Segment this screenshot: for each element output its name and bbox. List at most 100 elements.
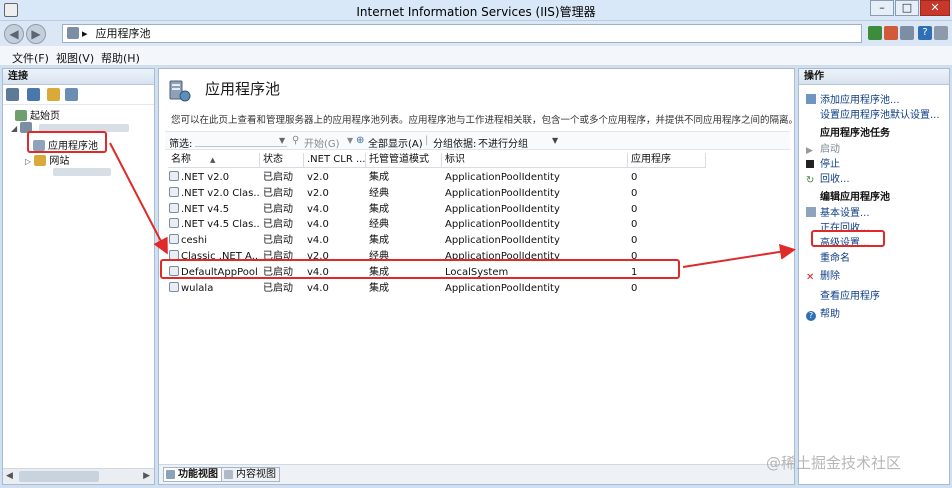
tab-content-view[interactable]: 内容视图: [221, 467, 280, 482]
group-by-label: 分组依据:: [433, 139, 477, 150]
dropdown-icon[interactable]: [934, 26, 948, 40]
actions-header: 操作: [799, 69, 949, 85]
tab-features-view[interactable]: 功能视图: [163, 467, 222, 482]
column-header-status[interactable]: 状态: [260, 153, 304, 168]
breadcrumb-separator: ▸: [82, 27, 88, 40]
add-pool-icon: [806, 94, 816, 104]
table-cell-name[interactable]: .NET v4.5 Clas...: [169, 217, 259, 232]
maximize-button[interactable]: □: [895, 0, 919, 16]
connections-toolbar: [3, 85, 154, 105]
table-cell-identity: ApplicationPoolIdentity: [445, 186, 627, 201]
cell-text: ApplicationPoolIdentity: [445, 235, 560, 247]
column-header-identity[interactable]: 标识: [442, 153, 628, 168]
scroll-thumb[interactable]: [19, 471, 99, 482]
table-cell-name[interactable]: .NET v2.0 Clas...: [169, 186, 259, 201]
app-pool-row-icon: [169, 171, 179, 181]
up-folder-icon[interactable]: [47, 88, 60, 101]
cell-text: ceshi: [181, 235, 207, 247]
stop-action[interactable]: 停止: [806, 155, 840, 170]
menu-help[interactable]: 帮助(H): [101, 50, 140, 66]
pool-tasks-heading: 应用程序池任务: [820, 128, 890, 139]
menu-file[interactable]: 文件(F): [12, 50, 49, 66]
set-defaults-link[interactable]: 设置应用程序池默认设置...: [820, 106, 940, 121]
window-title: Internet Information Services (IIS)管理器: [356, 5, 596, 19]
close-button[interactable]: ✕: [920, 0, 950, 16]
start-action[interactable]: ▶ 启动: [806, 140, 840, 156]
address-path[interactable]: ▸ 应用程序池: [62, 24, 862, 43]
tree-start-page[interactable]: 起始页: [15, 107, 60, 122]
annotation-box-default-pool: [160, 259, 680, 279]
group-by-select[interactable]: 不进行分组: [478, 135, 528, 150]
cell-text: 0: [631, 235, 638, 247]
table-cell-name[interactable]: .NET v4.5: [169, 202, 259, 217]
horizontal-scrollbar[interactable]: ◀ ▶: [3, 468, 154, 484]
help-link[interactable]: ? 帮助: [806, 305, 840, 321]
actions-panel: 操作 添加应用程序池... 设置应用程序池默认设置... 应用程序池任务 ▶ 启动…: [798, 68, 950, 485]
app-pool-row-icon: [169, 218, 179, 229]
rename-link[interactable]: 重命名: [820, 249, 850, 264]
table-cell-apps: 0: [631, 170, 691, 185]
column-header-apps[interactable]: 应用程序: [628, 153, 706, 168]
recycle-action[interactable]: ↻ 回收...: [806, 170, 850, 186]
cell-text: 已启动: [263, 187, 293, 199]
table-cell-name[interactable]: wulala: [169, 281, 259, 296]
table-cell-clr: v4.0: [307, 281, 365, 296]
view-applications-link[interactable]: 查看应用程序: [820, 287, 880, 302]
app-pool-row-icon: [169, 186, 179, 197]
app-pool-row-icon: [169, 202, 179, 213]
show-all-button[interactable]: 全部显示(A): [368, 135, 423, 150]
cell-text: ApplicationPoolIdentity: [445, 282, 560, 294]
remove-link[interactable]: ✕ 删除: [806, 267, 840, 283]
column-header-clr[interactable]: .NET CLR ...: [304, 153, 366, 168]
column-header-name[interactable]: 名称 ▲: [168, 153, 260, 168]
cell-text: ApplicationPoolIdentity: [445, 172, 560, 183]
breadcrumb-current[interactable]: 应用程序池: [96, 27, 151, 40]
cell-text: .NET v4.5 Clas...: [181, 219, 259, 231]
stop-icon[interactable]: [884, 26, 898, 40]
help-icon[interactable]: ?: [918, 26, 932, 40]
disconnect-icon[interactable]: [65, 88, 78, 101]
start-filter-button[interactable]: 开始(G): [304, 135, 340, 150]
column-header-pipeline[interactable]: 托管管道模式: [366, 153, 442, 168]
table-cell-name[interactable]: ceshi: [169, 233, 259, 248]
refresh-icon[interactable]: [868, 26, 882, 40]
back-arrow-icon[interactable]: ◀: [4, 24, 24, 44]
table-cell-pipeline: 集成: [369, 170, 441, 185]
cell-text: 集成: [369, 282, 389, 294]
table-cell-status: 已启动: [263, 202, 305, 217]
forward-arrow-icon[interactable]: ▶: [26, 24, 46, 44]
start-dropdown-icon[interactable]: ▼: [347, 136, 353, 145]
save-icon[interactable]: [27, 88, 40, 101]
server-icon: [67, 27, 79, 39]
start-page-icon: [15, 110, 27, 121]
filter-dropdown-icon[interactable]: ▼: [279, 136, 285, 145]
table-cell-status: 已启动: [263, 217, 305, 232]
table-cell-apps: 0: [631, 202, 691, 217]
app-pool-large-icon: [169, 80, 191, 102]
table-cell-pipeline: 集成: [369, 233, 441, 248]
tree-label: 网站: [49, 156, 70, 167]
annotation-box-advanced-settings: [811, 230, 885, 247]
app-pool-row-icon: [169, 281, 179, 292]
home-icon[interactable]: [900, 26, 914, 40]
table-cell-name[interactable]: .NET v2.0: [169, 170, 259, 185]
cell-text: ApplicationPoolIdentity: [445, 219, 560, 231]
group-by-dropdown-icon[interactable]: ▼: [552, 136, 558, 145]
filter-input[interactable]: [195, 134, 287, 147]
view-tabs: 功能视图 内容视图: [159, 464, 794, 484]
page-description: 您可以在此页上查看和管理服务器上的应用程序池列表。应用程序池与工作进程相关联，包…: [171, 115, 799, 126]
tree-sites[interactable]: ▷ 网站: [25, 152, 69, 167]
connect-icon[interactable]: [6, 88, 19, 101]
menu-view[interactable]: 视图(V): [56, 50, 94, 66]
content-view-icon: [224, 470, 233, 479]
table-cell-apps: 0: [631, 281, 691, 296]
tree-label: 起始页: [30, 111, 60, 122]
scroll-left-icon[interactable]: ◀: [6, 471, 13, 481]
basic-settings-link[interactable]: 基本设置...: [806, 204, 870, 219]
minimize-button[interactable]: –: [870, 0, 894, 16]
watermark: @稀土掘金技术社区: [766, 454, 902, 472]
cell-text: 经典: [369, 219, 389, 231]
add-app-pool-link[interactable]: 添加应用程序池...: [806, 91, 900, 106]
scroll-right-icon[interactable]: ▶: [143, 471, 150, 481]
cell-text: 已启动: [263, 235, 293, 247]
